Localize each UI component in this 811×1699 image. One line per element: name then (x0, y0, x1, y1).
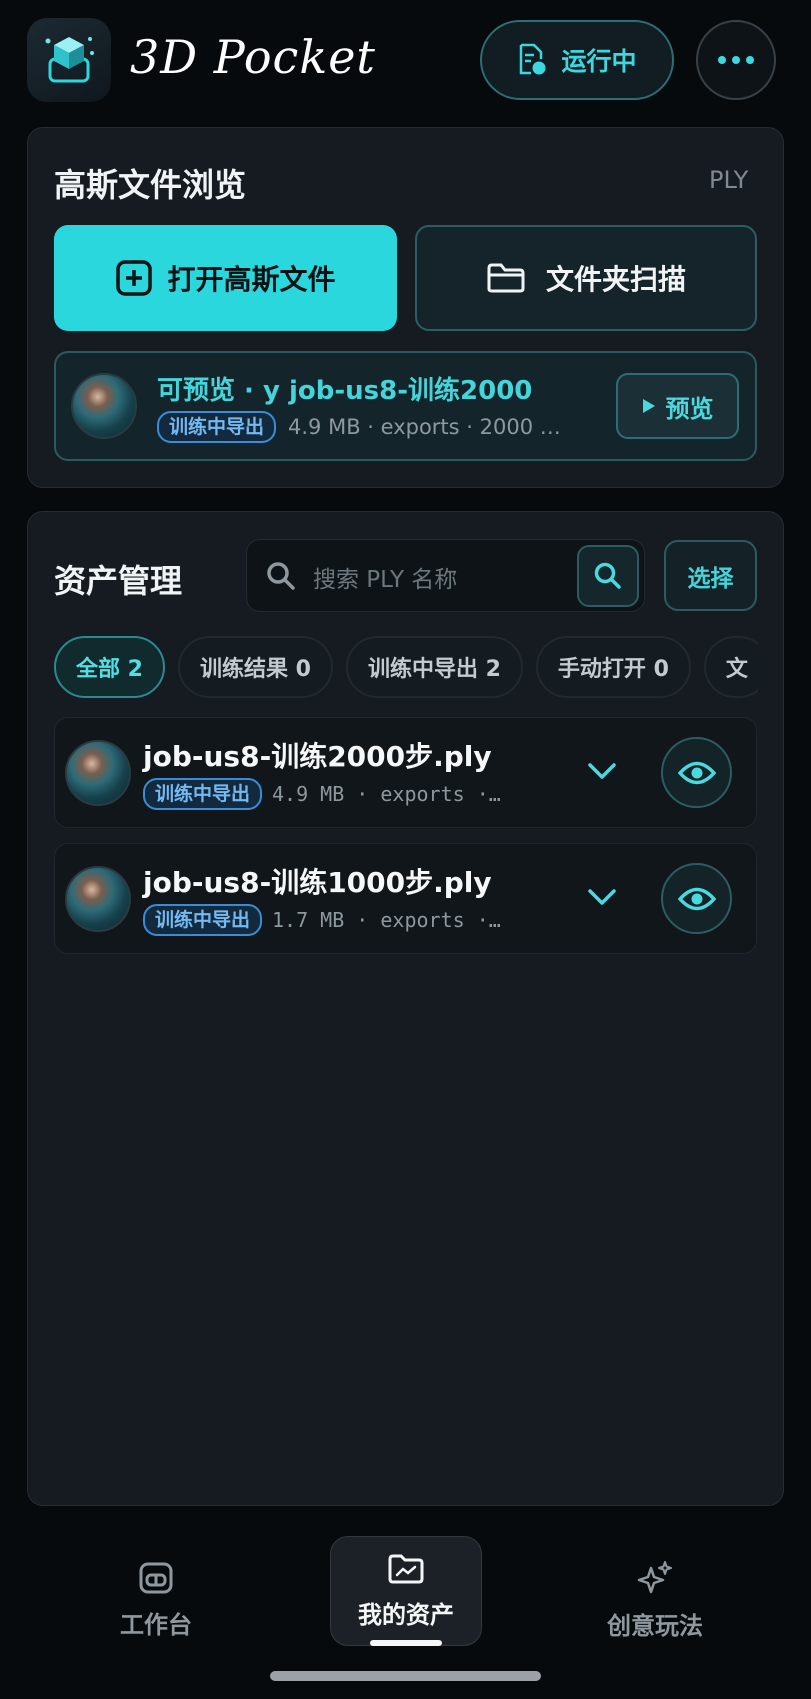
filter-chip-all[interactable]: 全部 2 (54, 636, 165, 698)
folder-scan-button[interactable]: 文件夹扫描 (415, 225, 757, 331)
eye-icon (677, 887, 716, 910)
preview-thumbnail (71, 373, 137, 439)
play-icon (642, 399, 655, 413)
plus-square-icon (116, 260, 153, 296)
preview-button[interactable]: 预览 (616, 373, 739, 439)
status-badge: 训练中导出 (143, 904, 263, 936)
search-icon (594, 562, 621, 589)
folder-icon (487, 263, 525, 293)
preview-button-label: 预览 (665, 394, 714, 423)
asset-meta-row: 训练中导出 1.7 MB · exports ·… (143, 904, 543, 936)
asset-manager-title: 资产管理 (54, 562, 183, 600)
search-button[interactable] (577, 545, 639, 607)
chevron-down-icon[interactable] (587, 761, 617, 781)
assets-folder-icon (388, 1554, 424, 1583)
document-status-icon (520, 43, 546, 75)
filter-chip-manual-open[interactable]: 手动打开 0 (535, 636, 691, 698)
open-gaussian-file-button[interactable]: 打开高斯文件 (54, 225, 397, 331)
cube-logo-icon (45, 37, 94, 83)
sparkles-icon (637, 1560, 672, 1593)
more-dots-icon (718, 56, 754, 64)
filter-chips: 全部 2 训练结果 0 训练中导出 2 手动打开 0 文 (54, 636, 758, 698)
view-button[interactable] (661, 863, 732, 934)
format-label: PLY (709, 166, 749, 194)
gaussian-browse-title: 高斯文件浏览 (54, 166, 247, 204)
running-status-button[interactable]: 运行中 (480, 20, 674, 100)
app-logo (27, 18, 111, 102)
workbench-icon (139, 1562, 173, 1593)
asset-name: job-us8-训练1000步.ply (143, 866, 492, 899)
home-indicator (270, 1671, 541, 1681)
eye-icon (677, 761, 716, 784)
nav-label: 创意玩法 (607, 1611, 703, 1640)
scan-button-label: 文件夹扫描 (545, 263, 686, 296)
asset-meta: 4.9 MB · exports ·… (272, 782, 501, 806)
asset-thumbnail (65, 740, 131, 806)
nav-item-my-assets[interactable]: 我的资产 (330, 1536, 482, 1646)
preview-item-meta-row: 训练中导出 4.9 MB · exports · 2000 … (157, 411, 597, 443)
nav-item-workbench[interactable]: 工作台 (90, 1545, 222, 1655)
asset-meta-row: 训练中导出 4.9 MB · exports ·… (143, 778, 543, 810)
select-button[interactable]: 选择 (664, 540, 757, 611)
open-button-label: 打开高斯文件 (167, 263, 336, 296)
active-tab-indicator (370, 1640, 442, 1646)
nav-label: 工作台 (120, 1610, 192, 1639)
filter-chip-training-results[interactable]: 训练结果 0 (177, 636, 333, 698)
chevron-down-icon[interactable] (587, 887, 617, 907)
nav-label: 我的资产 (358, 1600, 454, 1629)
status-badge: 训练中导出 (157, 411, 277, 443)
app-title: 3D Pocket (130, 30, 376, 84)
search-icon (267, 562, 295, 590)
asset-name: job-us8-训练2000步.ply (143, 740, 492, 773)
nav-item-creative[interactable]: 创意玩法 (585, 1545, 725, 1655)
filter-chip-training-exports[interactable]: 训练中导出 2 (345, 636, 523, 698)
more-button[interactable] (696, 20, 776, 100)
filter-chip-more[interactable]: 文 (703, 636, 758, 698)
preview-item-title: 可预览 · y job-us8-训练2000 (157, 376, 533, 406)
preview-item-meta: 4.9 MB · exports · 2000 … (288, 415, 561, 439)
status-label: 运行中 (561, 47, 637, 76)
status-badge: 训练中导出 (143, 778, 263, 810)
asset-meta: 1.7 MB · exports ·… (272, 908, 501, 932)
asset-thumbnail (65, 866, 131, 932)
view-button[interactable] (661, 737, 732, 808)
search-placeholder: 搜索 PLY 名称 (313, 567, 458, 593)
